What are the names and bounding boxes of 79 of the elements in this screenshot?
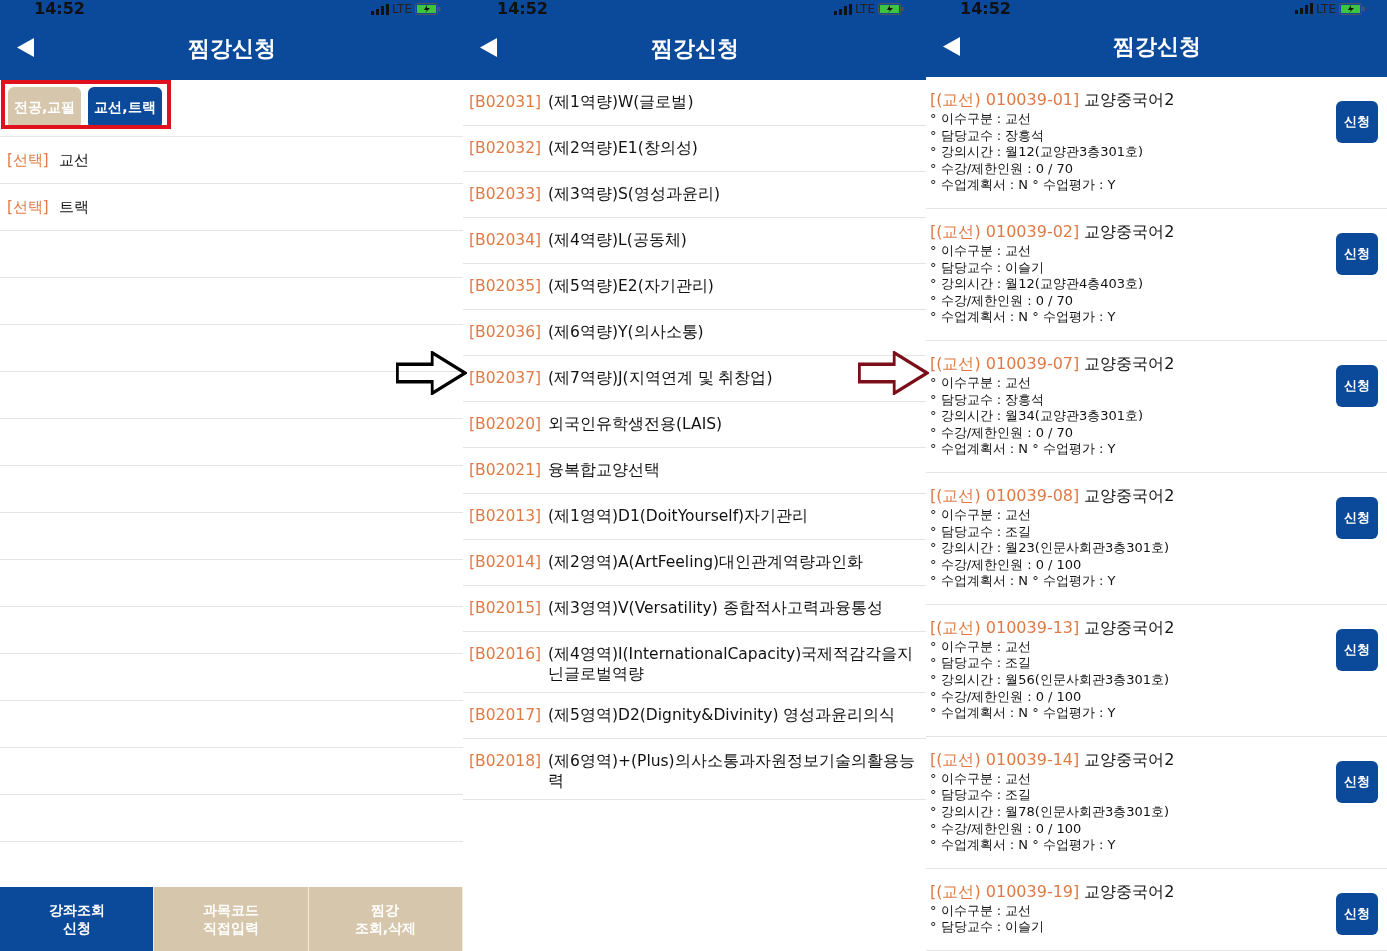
- course-detail: ° 담당교수 : 이슬기: [930, 919, 1046, 936]
- course-title: [(교선) 010039-19] 교양중국어2: [930, 880, 1176, 903]
- course-detail: ° 이수구분 : 교선: [930, 111, 1033, 128]
- network-label: LTE: [1316, 2, 1336, 15]
- network-label: LTE: [855, 3, 875, 15]
- apply-button[interactable]: 신청: [1336, 760, 1378, 803]
- battery-icon: [415, 3, 441, 15]
- battery-icon: [1339, 2, 1365, 15]
- course-detail: ° 이수구분 : 교선: [930, 242, 1033, 260]
- course-detail: ° 수강/제한인원 : 0 / 100: [930, 556, 1083, 574]
- course-detail: ° 강의시간 : 월23(인문사회관3층301호): [930, 540, 1171, 557]
- course-detail: ° 이수구분 : 교선: [930, 374, 1033, 392]
- status-time: 14:52: [34, 1, 85, 17]
- battery-icon: [878, 3, 904, 15]
- signal-icon: [834, 3, 853, 15]
- subject-item[interactable]: [B02033] (제3역량)S(영성과윤리): [463, 172, 926, 218]
- back-icon[interactable]: [17, 38, 34, 57]
- bottom-nav-tab[interactable]: 강좌조회 신청: [0, 887, 155, 951]
- course-detail: ° 수업계획서 : N ° 수업평가 : Y: [930, 309, 1117, 326]
- course-detail: ° 수업계획서 : N ° 수업평가 : Y: [930, 837, 1117, 854]
- subject-item[interactable]: [B02021] 융복합교양선택: [463, 448, 926, 494]
- apply-button[interactable]: 신청: [1336, 232, 1378, 275]
- back-icon[interactable]: [480, 38, 497, 57]
- status-time: 14:52: [960, 0, 1011, 17]
- apply-button[interactable]: 신청: [1336, 101, 1378, 143]
- subject-item[interactable]: [B02031] (제1역량)W(글로벌): [463, 80, 926, 126]
- signal-icon: [371, 3, 390, 15]
- course-detail: ° 강의시간 : 월12(교양관4층403호): [930, 276, 1145, 293]
- subject-item[interactable]: [B02014] (제2영역)A(ArtFeeling)대인관계역량과인화: [463, 540, 926, 586]
- course-title: [(교선) 010039-13] 교양중국어2: [930, 616, 1176, 639]
- subject-item[interactable]: [B02015] (제3영역)V(Versatility) 종합적사고력과융통성: [463, 586, 926, 632]
- course-detail: ° 이수구분 : 교선: [930, 770, 1033, 788]
- course-detail: ° 수강/제한인원 : 0 / 100: [930, 820, 1083, 838]
- course-detail: ° 이수구분 : 교선: [930, 902, 1033, 920]
- back-icon[interactable]: [943, 37, 960, 57]
- course-detail: ° 수업계획서 : N ° 수업평가 : Y: [930, 177, 1117, 194]
- course-title: [(교선) 010039-01] 교양중국어2: [930, 89, 1176, 111]
- network-label: LTE: [392, 3, 412, 15]
- subject-item[interactable]: [B02017] (제5영역)D2(Dignity&Divinity) 영성과윤리의식: [463, 693, 926, 739]
- course-detail: ° 강의시간 : 월34(교양관3층301호): [930, 408, 1145, 425]
- subject-item[interactable]: [B02035] (제5역량)E2(자기관리): [463, 264, 926, 310]
- course-title: [(교선) 010039-02] 교양중국어2: [930, 220, 1176, 243]
- course-detail: ° 담당교수 : 조길: [930, 655, 1033, 673]
- course-detail: ° 이수구분 : 교선: [930, 638, 1033, 656]
- course-title: [(교선) 010039-07] 교양중국어2: [930, 352, 1176, 375]
- course-detail: ° 담당교수 : 조길: [930, 787, 1033, 805]
- course-detail: ° 담당교수 : 조길: [930, 523, 1033, 541]
- course-detail: ° 강의시간 : 월12(교양관3층301호): [930, 144, 1145, 161]
- category-item[interactable]: [선택] 교선: [0, 137, 463, 184]
- course-detail: ° 강의시간 : 월78(인문사회관3층301호): [930, 804, 1171, 821]
- course-detail: ° 담당교수 : 장흥석: [930, 391, 1046, 409]
- course-detail: ° 담당교수 : 이슬기: [930, 259, 1046, 277]
- course-title: [(교선) 010039-14] 교양중국어2: [930, 748, 1176, 771]
- apply-button[interactable]: 신청: [1336, 892, 1378, 935]
- course-detail: ° 이수구분 : 교선: [930, 506, 1033, 524]
- subject-item[interactable]: [B02036] (제6역량)Y(의사소통): [463, 310, 926, 356]
- subject-item[interactable]: [B02037] (제7역량)J(지역연계 및 취창업): [463, 356, 926, 402]
- course-detail: ° 수강/제한인원 : 0 / 70: [930, 424, 1075, 442]
- course-detail: ° 수강/제한인원 : 0 / 100: [930, 688, 1083, 706]
- course-detail: ° 수업계획서 : N ° 수업평가 : Y: [930, 705, 1117, 722]
- subject-item[interactable]: [B02032] (제2역량)E1(창의성): [463, 126, 926, 172]
- apply-button[interactable]: 신청: [1336, 496, 1378, 539]
- apply-button[interactable]: 신청: [1336, 628, 1378, 671]
- course-detail: ° 수강/제한인원 : 0 / 70: [930, 292, 1075, 310]
- course-detail: ° 수강/제한인원 : 0 / 70: [930, 160, 1075, 178]
- subject-item[interactable]: [B02013] (제1영역)D1(DoitYourself)자기관리: [463, 494, 926, 540]
- screen-title: 찜강신청: [1112, 33, 1201, 62]
- subject-item[interactable]: [B02034] (제4역량)L(공동체): [463, 218, 926, 264]
- screen-title: 찜강신청: [650, 35, 739, 63]
- status-time: 14:52: [497, 1, 548, 17]
- screen-title: 찜강신청: [187, 35, 276, 63]
- course-detail: ° 수업계획서 : N ° 수업평가 : Y: [930, 573, 1117, 590]
- course-detail: ° 담당교수 : 장흥석: [930, 127, 1046, 145]
- apply-button[interactable]: 신청: [1336, 364, 1378, 407]
- course-title: [(교선) 010039-08] 교양중국어2: [930, 484, 1176, 507]
- signal-icon: [1295, 3, 1314, 15]
- course-detail: ° 강의시간 : 월56(인문사회관3층301호): [930, 672, 1171, 689]
- subject-item[interactable]: [B02020] 외국인유학생전용(LAIS): [463, 402, 926, 448]
- course-detail: ° 수업계획서 : N ° 수업평가 : Y: [930, 441, 1117, 458]
